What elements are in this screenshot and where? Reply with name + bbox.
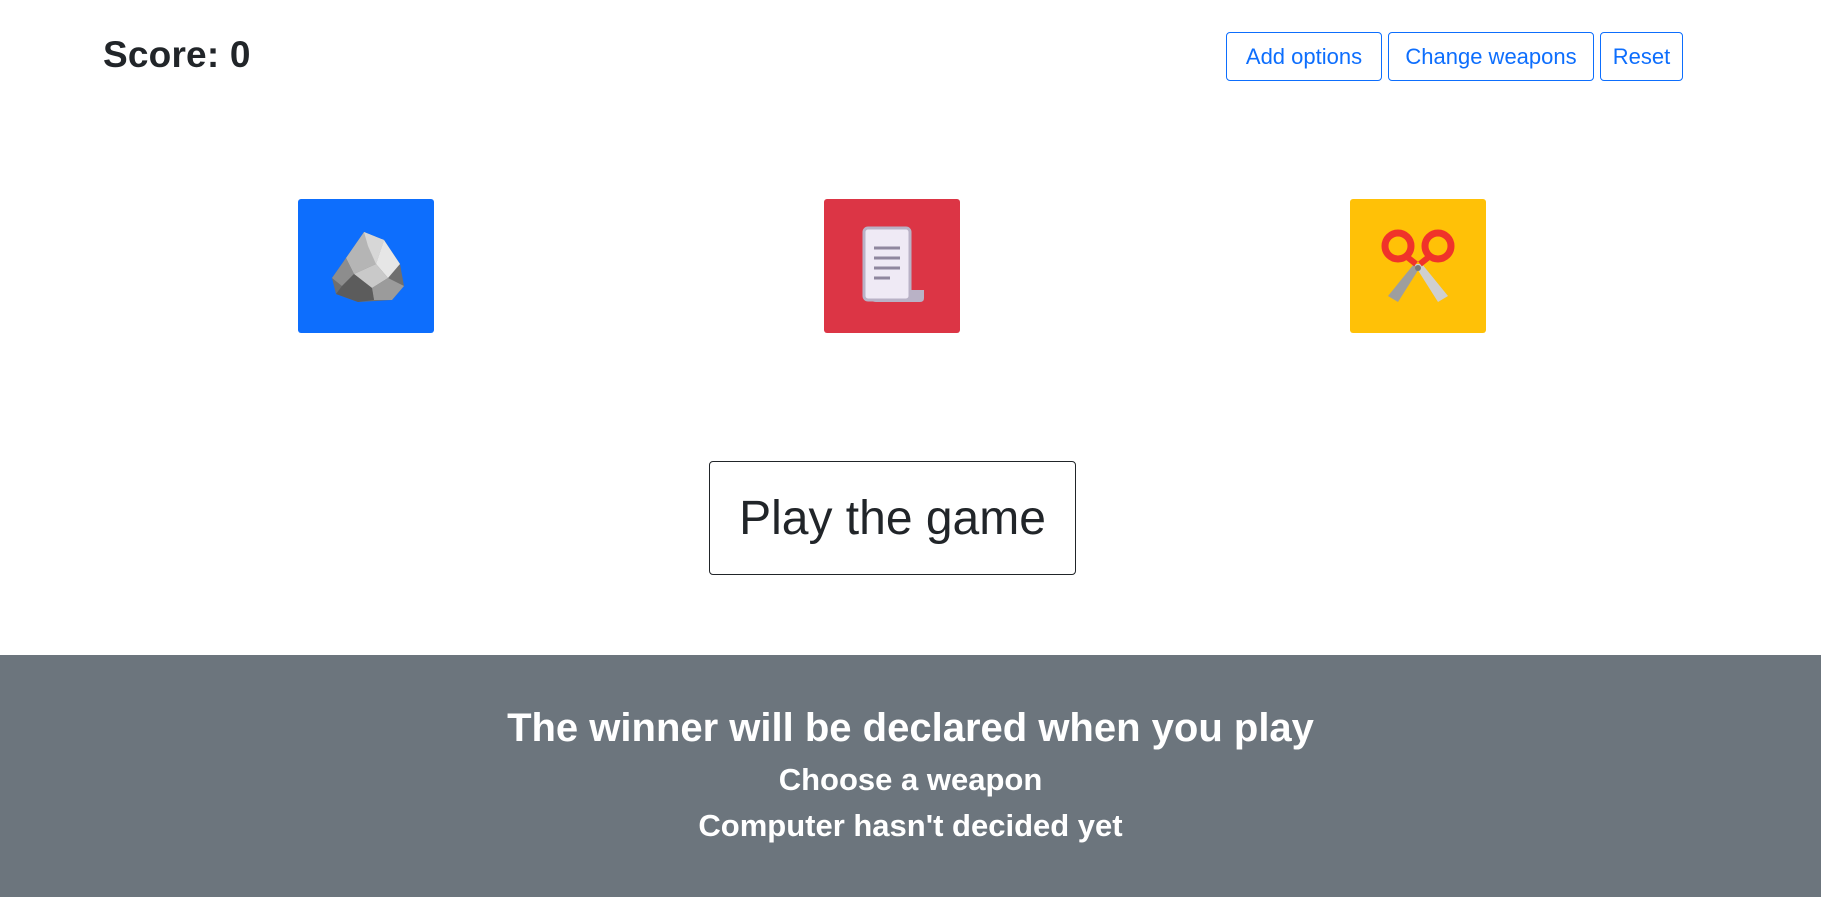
result-panel: The winner will be declared when you pla… xyxy=(0,655,1821,897)
change-weapons-button[interactable]: Change weapons xyxy=(1388,32,1594,81)
weapon-rock-button[interactable] xyxy=(298,199,434,333)
game-page: Score: 0 Add options Change weapons Rese… xyxy=(0,0,1821,897)
score-display: Score: 0 xyxy=(103,34,251,75)
weapon-scissors-button[interactable] xyxy=(1350,199,1486,333)
toolbar: Add options Change weapons Reset xyxy=(1226,32,1683,81)
winner-message: The winner will be declared when you pla… xyxy=(507,706,1314,750)
computer-choice-text: Computer hasn't decided yet xyxy=(698,808,1123,843)
player-choice-text: Choose a weapon xyxy=(778,762,1043,797)
reset-button[interactable]: Reset xyxy=(1600,32,1683,81)
add-options-button[interactable]: Add options xyxy=(1226,32,1382,81)
weapon-paper-button[interactable] xyxy=(824,199,960,333)
play-game-button[interactable]: Play the game xyxy=(709,461,1076,575)
paper-scroll-icon xyxy=(850,224,934,308)
rock-icon xyxy=(324,224,408,308)
scissors-icon xyxy=(1376,224,1460,308)
